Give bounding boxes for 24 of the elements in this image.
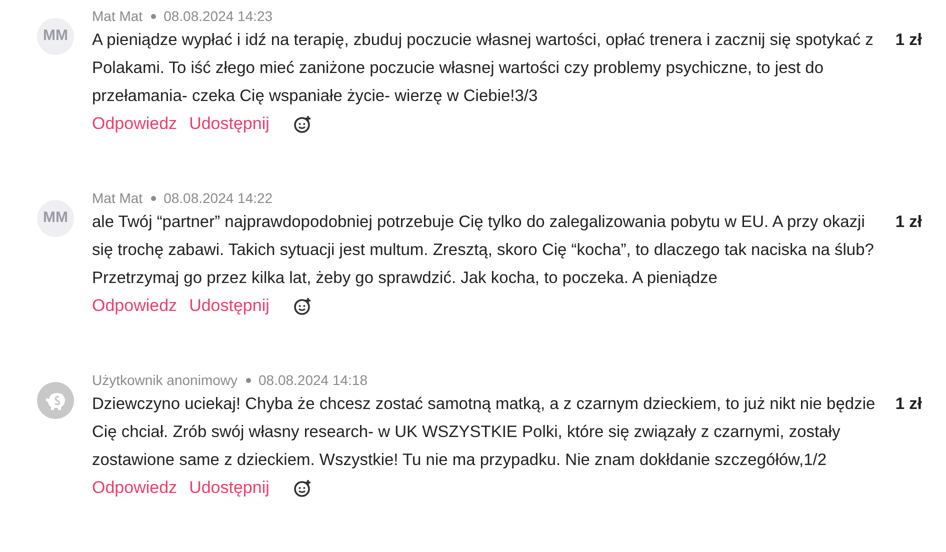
comment-date: 08.08.2024 14:22 [164, 188, 273, 208]
author-name: Mat Mat [92, 188, 143, 208]
avatar: MM [37, 18, 74, 55]
action-link[interactable]: Udostępnij [189, 475, 270, 501]
author-name: Użytkownik anonimowy [92, 370, 238, 390]
comment-text: Dziewczyno uciekaj! Chyba że chcesz zostać samotną matką, a z czarnym dzieckiem, to już nikt nie będzie Cię chciał. Zrób swój własny research- w UK WSZYSTKIE Polki, które się związały z czarnymi, zostały zostawione same z dzieckiem. Wszystkie! Tu nie ma przypadku. Nie znam dokłdanie szczegółów,1/2 [92, 394, 876, 471]
add-reaction-icon[interactable] [293, 114, 314, 134]
comment-date: 08.08.2024 14:23 [164, 6, 273, 26]
action-link[interactable]: Odpowiedz [92, 111, 178, 137]
add-reaction-icon[interactable] [293, 478, 314, 498]
author-name: Mat Mat [92, 6, 143, 26]
piggy-bank-icon [44, 390, 66, 410]
avatar: MM [37, 200, 74, 237]
comment-text: A pieniądze wypłać i idź na terapię, zbuduj poczucie własnej wartości, opłać trenera i zacznij się spotykać z Polakami. To iść złego mieć zaniżone poczucie własnej wartości czy problemy psychiczne, to jest do przełamania- czeka Cię wspaniałe życie- wierzę w Ciebie!3/3 [92, 30, 874, 107]
donation-amount: 1 zł [895, 394, 922, 415]
comment-date: 08.08.2024 14:18 [258, 370, 368, 390]
donation-amount: 1 zł [895, 30, 922, 51]
comment-text: ale Twój “partner” najprawdopodobniej potrzebuje Cię tylko do zalegalizowania pobytu w EU. A przy okazji się trochę zabawi. Takich sytuacji jest multum. Zresztą, skoro Cię “kocha”, to dlaczego tak naciska na ślub? Przetrzymaj go przez kilka lat, żeby go sprawdzić. Jak kocha, to poczeka. A pieniądze [92, 212, 875, 289]
action-link[interactable]: Udostępnij [189, 293, 270, 319]
action-link[interactable]: Odpowiedz [92, 475, 178, 501]
donation-amount: 1 zł [895, 212, 922, 233]
action-link[interactable]: Odpowiedz [92, 293, 178, 319]
action-link[interactable]: Udostępnij [189, 111, 270, 137]
add-reaction-icon[interactable] [293, 296, 314, 316]
